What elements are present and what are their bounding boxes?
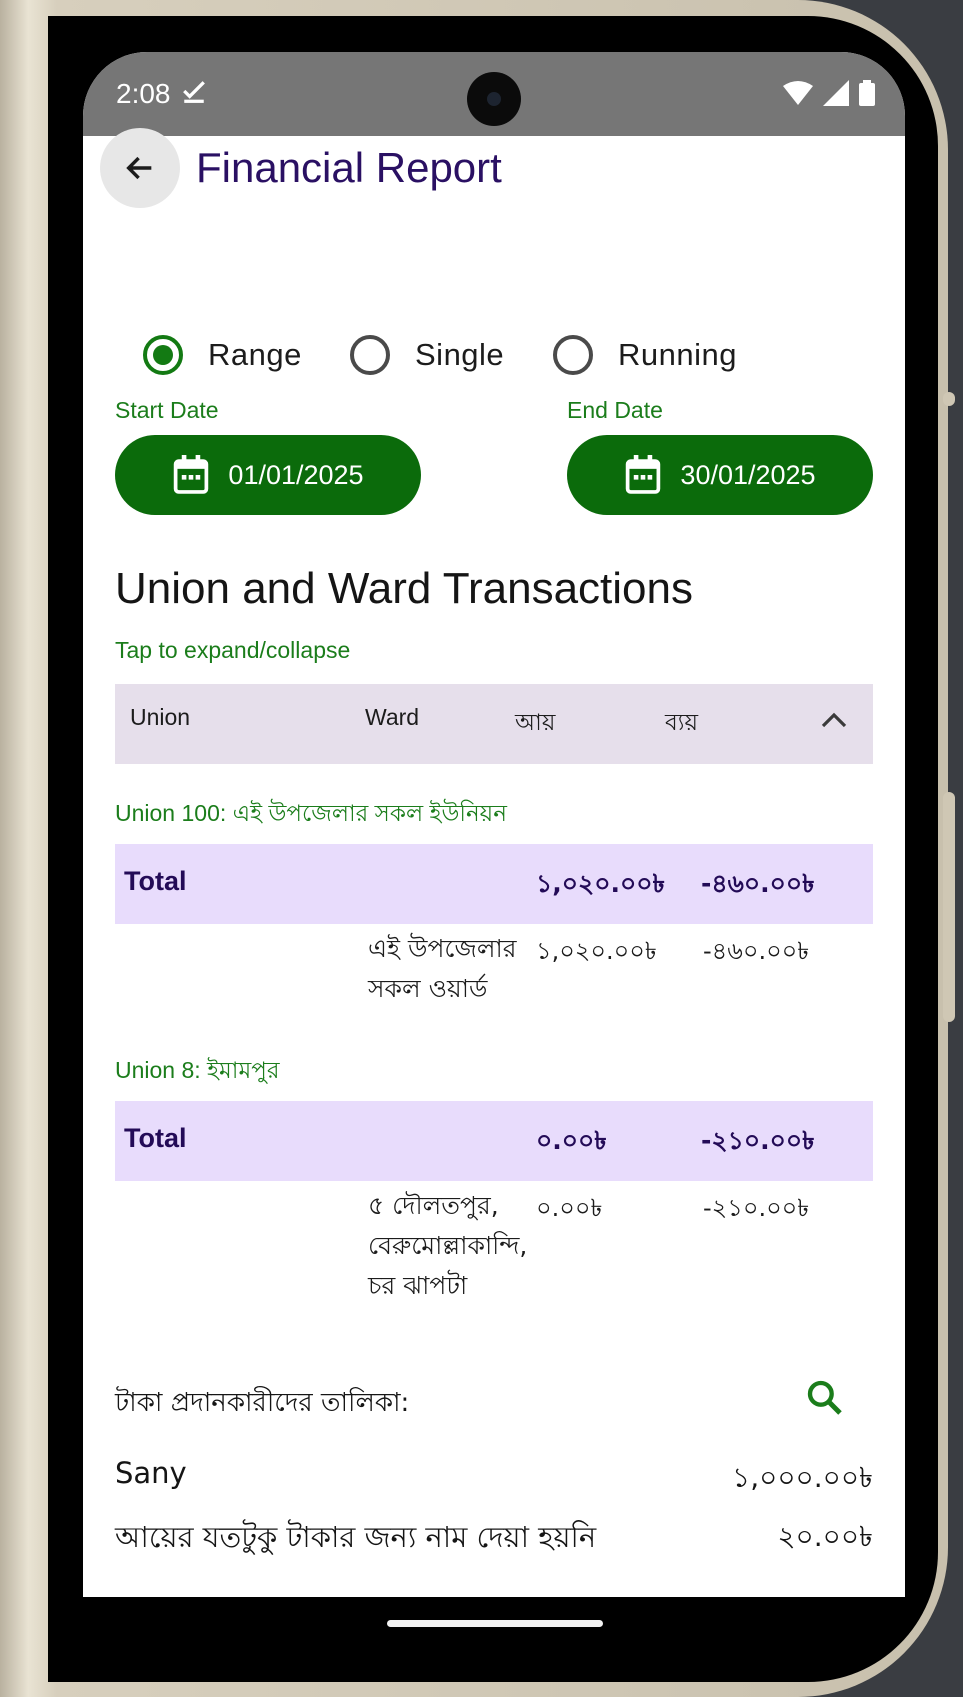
calendar-icon: [174, 455, 209, 494]
status-bar: 2:08: [83, 52, 905, 136]
section-title: Union and Ward Transactions: [115, 564, 693, 613]
report-type-radio-group: Range Single Running: [83, 320, 905, 390]
radio-range[interactable]: Range: [143, 320, 302, 390]
radio-button-unchecked[interactable]: [553, 335, 593, 375]
end-date-button[interactable]: 30/01/2025: [567, 435, 873, 515]
arrow-back-icon: [126, 156, 152, 180]
search-icon[interactable]: [805, 1378, 845, 1418]
total-expense: -৪৬০.০০৳: [701, 869, 815, 898]
total-income: ১,০২০.০০৳: [536, 869, 665, 898]
ward-expense: -২১০.০০৳: [703, 1194, 810, 1222]
radio-label: Range: [208, 337, 302, 372]
ward-expense: -৪৬০.০০৳: [703, 937, 810, 965]
calendar-icon: [626, 455, 661, 494]
donor-name: আয়ের যতটুকু টাকার জন্য নাম দেয়া হয়নি: [115, 1520, 597, 1554]
back-button[interactable]: [100, 128, 180, 208]
donor-amount: ১,০০০.০০৳: [732, 1461, 873, 1494]
column-header-expense: ব্যয়: [665, 709, 699, 735]
signal-icon: [823, 80, 849, 106]
total-label: Total: [124, 866, 187, 896]
end-date-label: End Date: [567, 397, 663, 423]
radio-label: Running: [618, 337, 737, 372]
home-indicator[interactable]: [387, 1620, 603, 1627]
total-income: ০.০০৳: [536, 1126, 607, 1155]
ward-name: ৫ দৌলতপুর, বেরুমোল্লাকান্দি, চর ঝাপটা: [368, 1191, 528, 1300]
ward-income: ০.০০৳: [536, 1194, 603, 1222]
radio-running[interactable]: Running: [553, 320, 737, 390]
radio-single[interactable]: Single: [350, 320, 504, 390]
ward-name: এই উপজেলার সকল ওয়ার্ড: [368, 934, 517, 1003]
donor-row: আয়ের যতটুকু টাকার জন্য নাম দেয়া হয়নি …: [115, 1515, 873, 1565]
volume-button: [943, 392, 955, 406]
column-header-union: Union: [130, 704, 191, 730]
end-date-value: 30/01/2025: [680, 459, 816, 490]
start-date-value: 01/01/2025: [228, 459, 364, 490]
page-title: Financial Report: [196, 144, 502, 191]
start-date-label: Start Date: [115, 397, 219, 423]
check-icon: [183, 81, 205, 103]
total-label: Total: [124, 1123, 187, 1153]
radio-label: Single: [415, 337, 505, 372]
table-header[interactable]: Union Ward আয় ব্যয়: [115, 684, 873, 764]
total-row: Total ০.০০৳ -২১০.০০৳: [115, 1101, 873, 1181]
status-time: 2:08: [116, 78, 171, 109]
battery-icon: [859, 80, 875, 106]
start-date-button[interactable]: 01/01/2025: [115, 435, 421, 515]
total-row: Total ১,০২০.০০৳ -৪৬০.০০৳: [115, 844, 873, 924]
column-header-income: আয়: [515, 709, 556, 735]
screen: 2:08 Financial Report Range Single Runni…: [83, 52, 905, 1597]
donor-list-title: টাকা প্রদানকারীদের তালিকা:: [115, 1388, 410, 1418]
power-button: [943, 792, 955, 1022]
radio-button-checked[interactable]: [143, 335, 183, 375]
chevron-up-icon[interactable]: [820, 710, 848, 730]
donor-amount: ২০.০০৳: [777, 1520, 873, 1553]
ward-income: ১,০২০.০০৳: [536, 937, 657, 965]
donor-row: Sany ১,০০০.০০৳: [115, 1456, 873, 1506]
total-expense: -২১০.০০৳: [701, 1126, 815, 1155]
status-icons: [783, 80, 875, 106]
expand-hint: Tap to expand/collapse: [115, 637, 351, 663]
front-camera: [467, 72, 521, 126]
union-label: Union 8: ইমামপুর: [115, 1057, 280, 1083]
donor-name: Sany: [115, 1456, 187, 1490]
wifi-icon: [783, 81, 813, 105]
union-label: Union 100: এই উপজেলার সকল ইউনিয়ন: [115, 800, 507, 826]
column-header-ward: Ward: [365, 704, 420, 730]
radio-button-unchecked[interactable]: [350, 335, 390, 375]
